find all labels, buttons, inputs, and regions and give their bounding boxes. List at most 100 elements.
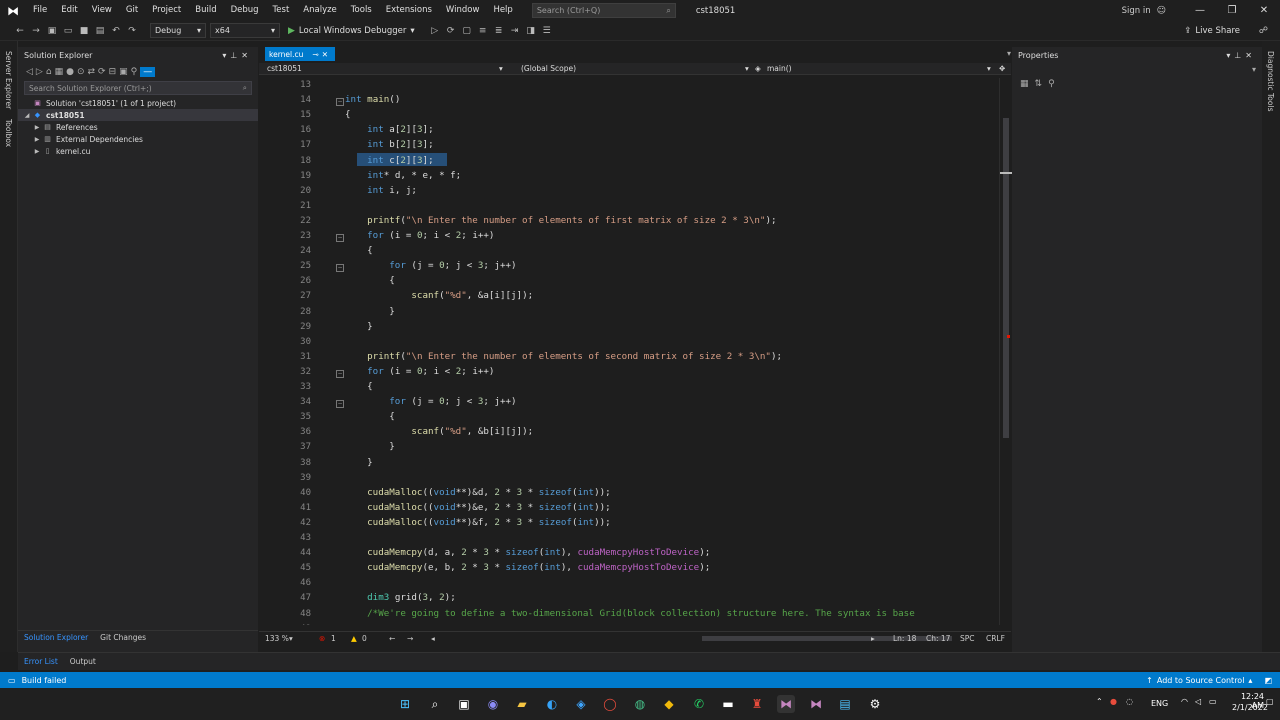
- notification-center-icon[interactable]: ▢: [1266, 697, 1274, 706]
- close-icon[interactable]: ✕: [241, 51, 252, 60]
- menu-view[interactable]: View: [85, 0, 119, 21]
- list-icon[interactable]: ☰: [539, 23, 555, 39]
- clock-date[interactable]: 2/1/2022: [1232, 703, 1268, 712]
- preview-icon[interactable]: —: [140, 67, 156, 77]
- code-line[interactable]: cudaMemcpy(d, a, 2 * 3 * sizeof(int), cu…: [345, 547, 710, 558]
- close-tab-icon[interactable]: ✕: [322, 50, 331, 59]
- close-icon[interactable]: ✕: [1245, 51, 1256, 60]
- global-search-input[interactable]: Search (Ctrl+Q) ⌕: [531, 3, 676, 18]
- app-icon[interactable]: ◈: [572, 695, 590, 713]
- warning-count[interactable]: 0: [362, 634, 367, 643]
- collapse-icon[interactable]: −: [336, 264, 344, 273]
- tray-app-icon[interactable]: ●: [1110, 697, 1117, 706]
- code-line[interactable]: {: [345, 109, 351, 120]
- refresh-icon[interactable]: ⟳: [98, 67, 106, 77]
- menu-build[interactable]: Build: [188, 0, 223, 21]
- add-to-source-control-button[interactable]: Add to Source Control: [1157, 676, 1245, 685]
- app-icon[interactable]: ◍: [631, 695, 649, 713]
- code-line[interactable]: }: [345, 457, 373, 468]
- show-all-files-icon[interactable]: ▣: [119, 67, 128, 77]
- visual-studio-taskbar-icon[interactable]: ⧓: [807, 695, 825, 713]
- battery-icon[interactable]: ▭: [1209, 697, 1217, 706]
- collapse-icon[interactable]: −: [336, 98, 344, 107]
- code-line[interactable]: }: [345, 306, 395, 317]
- tab-git-changes[interactable]: Git Changes: [94, 631, 152, 644]
- bookmark-icon[interactable]: ◨: [523, 23, 539, 39]
- chevron-down-icon[interactable]: ▾: [745, 64, 749, 73]
- code-area[interactable]: 13 14 15 16 17 18 19 20 21 22 23 24 25 26 27 28 29 30 31 32…: [259, 78, 999, 625]
- back-icon[interactable]: ←: [12, 23, 28, 39]
- code-line[interactable]: int i, j;: [345, 185, 417, 196]
- back-icon[interactable]: ◁: [26, 67, 33, 77]
- open-file-icon[interactable]: ▭: [60, 23, 76, 39]
- search-icon[interactable]: ⌕: [426, 695, 444, 713]
- vertical-scrollbar[interactable]: [999, 78, 1012, 625]
- error-count[interactable]: 1: [331, 634, 336, 643]
- code-text[interactable]: int main() { int a[2][3]; int b[2][3]; in…: [345, 78, 999, 625]
- comment-icon[interactable]: ≣: [491, 23, 507, 39]
- code-line[interactable]: int* d, * e, * f;: [345, 170, 461, 181]
- collapsed-icon[interactable]: ▶: [32, 148, 42, 155]
- notepad-icon[interactable]: ▤: [836, 695, 854, 713]
- code-line[interactable]: for (i = 0; i < 2; i++): [345, 366, 494, 377]
- start-debugging-button[interactable]: ▶ Local Windows Debugger ▾: [288, 26, 415, 36]
- menu-project[interactable]: Project: [145, 0, 188, 21]
- zoom-level[interactable]: 133 %: [265, 634, 289, 643]
- sign-in-link[interactable]: Sign in: [1122, 6, 1151, 16]
- account-icon[interactable]: ☺: [1157, 6, 1166, 16]
- feedback-icon[interactable]: ☍: [1259, 26, 1268, 36]
- menu-git[interactable]: Git: [119, 0, 145, 21]
- redo-icon[interactable]: ↷: [124, 23, 140, 39]
- platform-select[interactable]: x64 ▾: [210, 23, 280, 38]
- indent-icon[interactable]: ⇥: [507, 23, 523, 39]
- sync-icon[interactable]: ⇄: [87, 67, 95, 77]
- edge-browser-icon[interactable]: ◐: [543, 695, 561, 713]
- tree-item-solution[interactable]: ▣ Solution 'cst18051' (1 of 1 project): [18, 97, 258, 109]
- task-view-icon[interactable]: ▣: [455, 695, 473, 713]
- properties-object-select[interactable]: ▾: [1018, 65, 1256, 77]
- code-line[interactable]: printf("\n Enter the number of elements …: [345, 351, 782, 362]
- volume-icon[interactable]: ◁: [1195, 697, 1201, 706]
- home-icon[interactable]: ⌂: [46, 67, 52, 77]
- menu-edit[interactable]: Edit: [54, 0, 84, 21]
- code-line[interactable]: cudaMalloc((void**)&f, 2 * 3 * sizeof(in…: [345, 517, 611, 528]
- opera-browser-icon[interactable]: ◯: [601, 695, 619, 713]
- nav-function-dropdown[interactable]: main(): [767, 64, 792, 73]
- menu-window[interactable]: Window: [439, 0, 487, 21]
- collapsed-icon[interactable]: ▶: [32, 124, 42, 131]
- property-pages-icon[interactable]: ⚲: [1048, 79, 1055, 89]
- hot-reload-icon[interactable]: ⟳: [443, 23, 459, 39]
- switch-views-icon[interactable]: ▦: [55, 67, 64, 77]
- configuration-select[interactable]: Debug ▾: [150, 23, 206, 38]
- code-line[interactable]: int c[2][3];: [345, 155, 433, 166]
- forward-icon[interactable]: →: [28, 23, 44, 39]
- restore-icon[interactable]: ❐: [1216, 5, 1248, 16]
- split-icon[interactable]: ✥: [999, 64, 1005, 73]
- tab-solution-explorer[interactable]: Solution Explorer: [18, 631, 94, 644]
- categorized-icon[interactable]: ▦: [1020, 79, 1029, 89]
- close-window-icon[interactable]: ✕: [1248, 5, 1280, 16]
- pin-icon[interactable]: ⊥: [1234, 51, 1245, 60]
- code-line[interactable]: {: [345, 411, 395, 422]
- menu-test[interactable]: Test: [266, 0, 297, 21]
- camera-icon[interactable]: ▢: [459, 23, 475, 39]
- code-line[interactable]: }: [345, 321, 373, 332]
- format-icon[interactable]: ≡: [475, 23, 491, 39]
- column-indicator[interactable]: Ch: 17: [926, 634, 950, 643]
- settings-icon[interactable]: ⚙: [866, 695, 884, 713]
- code-line[interactable]: int a[2][3];: [345, 124, 433, 135]
- code-line[interactable]: cudaMalloc((void**)&d, 2 * 3 * sizeof(in…: [345, 487, 611, 498]
- server-explorer-tab[interactable]: Server Explorer: [4, 51, 13, 109]
- undo-icon[interactable]: ↶: [108, 23, 124, 39]
- code-line[interactable]: for (j = 0; j < 3; j++): [345, 260, 516, 271]
- line-indicator[interactable]: Ln: 18: [893, 634, 916, 643]
- next-issue-icon[interactable]: →: [407, 634, 413, 643]
- expanded-icon[interactable]: ◢: [22, 112, 32, 119]
- chevron-down-icon[interactable]: ▾: [987, 64, 991, 73]
- code-line[interactable]: {: [345, 275, 395, 286]
- code-line[interactable]: cudaMemcpy(e, b, 2 * 3 * sizeof(int), cu…: [345, 562, 710, 573]
- visual-studio-logo-icon[interactable]: ⧓: [0, 0, 26, 21]
- code-line[interactable]: for (j = 0; j < 3; j++): [345, 396, 516, 407]
- file-explorer-icon[interactable]: ▰: [513, 695, 531, 713]
- code-line[interactable]: int b[2][3];: [345, 139, 433, 150]
